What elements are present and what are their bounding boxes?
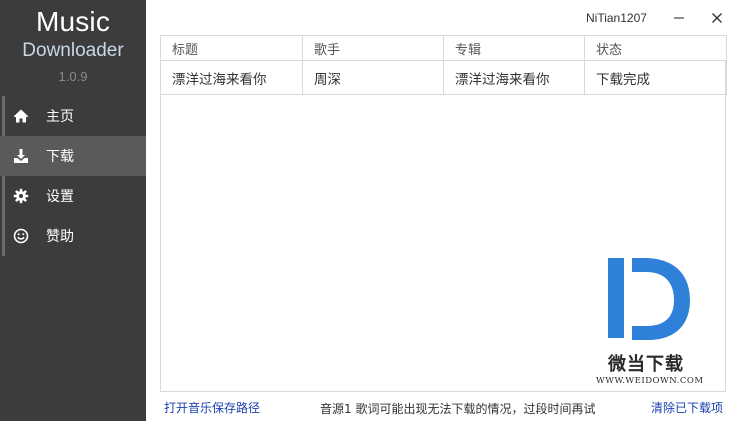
sidebar-item-label: 主页 (46, 109, 74, 125)
column-header-artist[interactable]: 歌手 (302, 35, 444, 61)
open-save-path-link[interactable]: 打开音乐保存路径 (164, 399, 260, 416)
minimize-button[interactable] (667, 6, 691, 30)
sidebar-item-home[interactable]: 主页 (0, 96, 146, 136)
sidebar-item-download[interactable]: 下载 (0, 136, 146, 176)
watermark-url: WWW.WEIDOWN.COM (596, 376, 704, 386)
table-row[interactable]: 漂洋过海来看你 周深 漂洋过海来看你 下载完成 (160, 60, 727, 95)
sidebar-nav: 主页 下载 设置 赞助 (0, 96, 146, 256)
cell-album: 漂洋过海来看你 (443, 60, 585, 95)
close-icon (712, 13, 722, 23)
smile-icon (13, 228, 29, 244)
status-message: 音源1 歌词可能出现无法下载的情况，过段时间再试 (320, 402, 596, 416)
app-window: Music Downloader 1.0.9 主页 下载 设置 赞助 NiTia… (0, 0, 738, 421)
sidebar-item-settings[interactable]: 设置 (0, 176, 146, 216)
gear-icon (13, 188, 29, 204)
cell-status: 下载完成 (584, 60, 727, 95)
sidebar-item-label: 下载 (46, 149, 74, 165)
table-header-row: 标题 歌手 专辑 状态 (160, 35, 727, 61)
column-header-album[interactable]: 专辑 (443, 35, 585, 61)
sidebar-item-sponsor[interactable]: 赞助 (0, 216, 146, 256)
column-header-title[interactable]: 标题 (160, 35, 303, 61)
minimize-icon (674, 17, 684, 19)
watermark-brand: 微当下载 (608, 354, 684, 375)
cell-artist: 周深 (302, 60, 444, 95)
sidebar-item-label: 设置 (46, 189, 74, 205)
sidebar-item-label: 赞助 (46, 229, 74, 245)
username-label: NiTian1207 (586, 11, 647, 25)
app-title: Music (35, 6, 111, 37)
sidebar: Music Downloader 1.0.9 主页 下载 设置 赞助 (0, 0, 146, 421)
clear-downloaded-link[interactable]: 清除已下载项 (651, 399, 723, 416)
close-button[interactable] (705, 6, 729, 30)
column-header-status[interactable]: 状态 (584, 35, 727, 61)
app-version: 1.0.9 (58, 69, 88, 84)
app-subtitle: Downloader (22, 40, 124, 61)
cell-title: 漂洋过海来看你 (160, 60, 303, 95)
download-icon (13, 148, 29, 164)
home-icon (13, 108, 29, 124)
